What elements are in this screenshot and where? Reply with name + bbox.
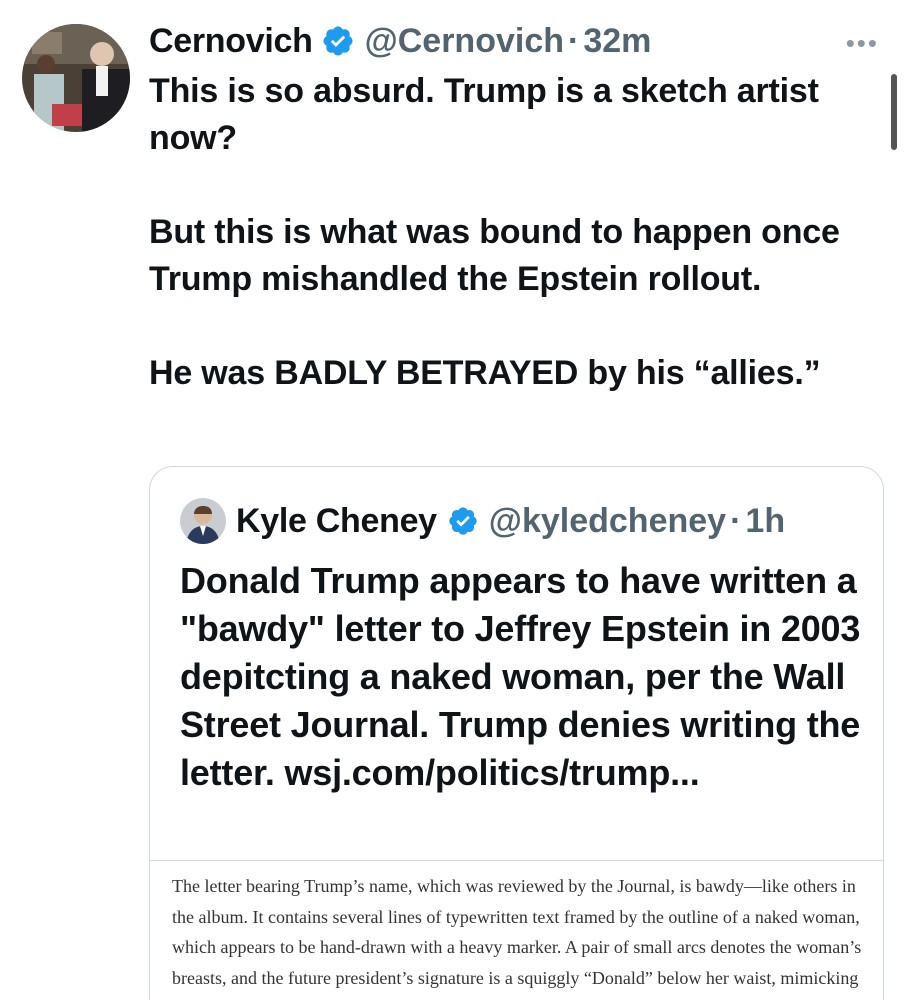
quoted-author-handle[interactable]: @kyledcheney (489, 502, 726, 541)
tweet-paragraph: But this is what was bound to happen onc… (149, 213, 840, 298)
quoted-timestamp[interactable]: 1h (745, 502, 785, 541)
author-handle[interactable]: @Cernovich (365, 22, 564, 61)
quoted-author-avatar[interactable] (180, 498, 226, 544)
divider (150, 860, 883, 861)
tweet-text: This is so absurd. Trump is a sketch art… (149, 68, 889, 397)
scrollbar-thumb[interactable] (891, 74, 897, 150)
author-avatar[interactable] (22, 24, 130, 132)
tweet-paragraph: He was BADLY BETRAYED by his “allies.” (149, 354, 821, 392)
tweet[interactable]: Cernovich @Cernovich · 32m ••• This is s… (0, 0, 905, 1000)
article-screenshot-excerpt[interactable]: The letter bearing Trump’s name, which w… (172, 871, 862, 1000)
tweet-header: Cernovich @Cernovich · 32m (149, 16, 651, 66)
quoted-author-name[interactable]: Kyle Cheney (236, 502, 437, 541)
verified-badge-icon (447, 505, 479, 537)
more-options-icon[interactable]: ••• (846, 28, 879, 59)
author-name[interactable]: Cernovich (149, 22, 313, 61)
separator-dot: · (730, 501, 742, 540)
tweet-paragraph: This is so absurd. Trump is a sketch art… (149, 72, 819, 157)
quoted-tweet-text: Donald Trump appears to have written a "… (180, 560, 861, 793)
timestamp[interactable]: 32m (583, 22, 651, 61)
quoted-tweet[interactable]: Kyle Cheney @kyledcheney · 1h Donald Tru… (149, 466, 884, 1000)
verified-badge-icon (321, 24, 355, 58)
separator-dot: · (568, 21, 580, 60)
quoted-tweet-header: Kyle Cheney @kyledcheney · 1h (180, 497, 785, 545)
